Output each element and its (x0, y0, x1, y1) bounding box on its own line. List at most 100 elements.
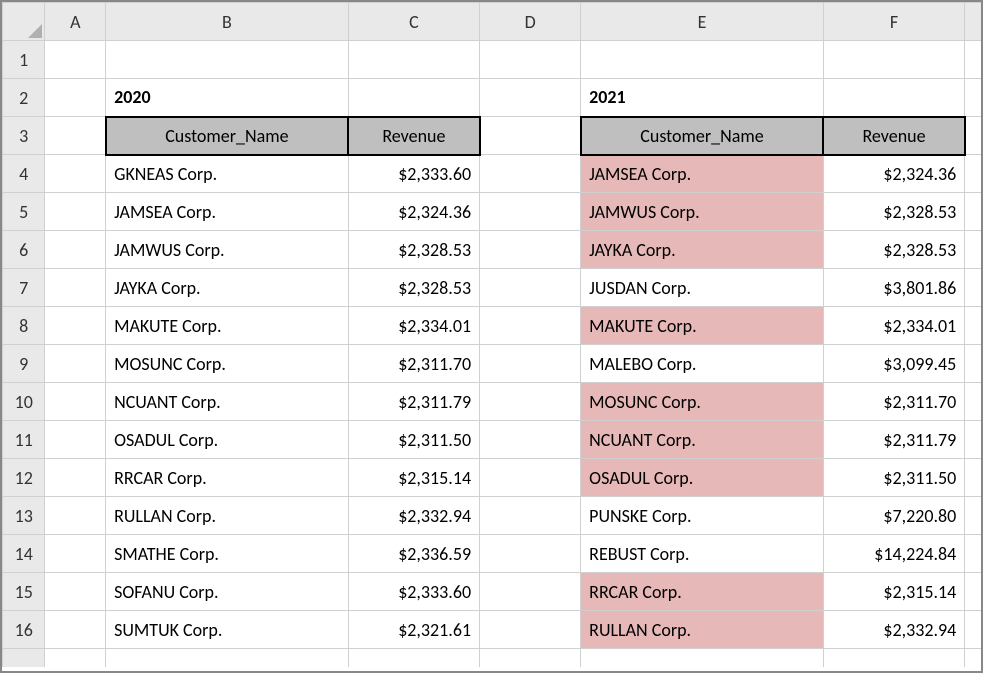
cell[interactable]: MOSUNC Corp. (106, 345, 349, 383)
cell[interactable] (480, 459, 581, 497)
cell[interactable] (965, 535, 981, 573)
cell[interactable] (45, 383, 106, 421)
cell[interactable]: MAKUTE Corp. (106, 307, 349, 345)
cell[interactable]: $2,311.79 (348, 383, 479, 421)
cell[interactable]: 2020 (106, 79, 349, 117)
cell[interactable] (965, 231, 981, 269)
cell[interactable]: NCUANT Corp. (581, 421, 824, 459)
row-header[interactable] (3, 649, 45, 667)
col-header-B[interactable]: B (106, 3, 349, 41)
cell[interactable] (965, 269, 981, 307)
cell[interactable] (480, 611, 581, 649)
cell[interactable]: JAYKA Corp. (106, 269, 349, 307)
cell[interactable]: $3,801.86 (823, 269, 965, 307)
cell[interactable]: $2,333.60 (348, 155, 479, 193)
cell[interactable]: $2,328.53 (348, 231, 479, 269)
cell[interactable] (823, 79, 965, 117)
cell[interactable] (965, 345, 981, 383)
cell[interactable] (581, 649, 824, 667)
cell[interactable] (965, 117, 981, 155)
cell[interactable] (823, 41, 965, 79)
cell[interactable] (965, 649, 981, 667)
cell[interactable] (965, 307, 981, 345)
cell[interactable]: RRCAR Corp. (106, 459, 349, 497)
cell[interactable]: Revenue (823, 117, 965, 155)
cell[interactable]: JAMWUS Corp. (106, 231, 349, 269)
spreadsheet-grid[interactable]: A B C D E F 12202020213Customer_NameReve… (0, 0, 983, 673)
cell[interactable] (45, 573, 106, 611)
cell[interactable] (348, 41, 479, 79)
cell[interactable]: RULLAN Corp. (581, 611, 824, 649)
cell[interactable] (45, 459, 106, 497)
cell[interactable]: $2,334.01 (348, 307, 479, 345)
cell[interactable] (581, 41, 824, 79)
cell[interactable] (480, 231, 581, 269)
row-header[interactable]: 13 (3, 497, 45, 535)
row-header[interactable]: 11 (3, 421, 45, 459)
cell[interactable]: OSADUL Corp. (106, 421, 349, 459)
cell[interactable]: REBUST Corp. (581, 535, 824, 573)
row-header[interactable]: 9 (3, 345, 45, 383)
row-header[interactable]: 2 (3, 79, 45, 117)
cell[interactable] (45, 269, 106, 307)
cell[interactable]: SMATHE Corp. (106, 535, 349, 573)
row-header[interactable]: 16 (3, 611, 45, 649)
select-all-corner[interactable] (3, 3, 45, 41)
row-header[interactable]: 5 (3, 193, 45, 231)
cell[interactable]: JAYKA Corp. (581, 231, 824, 269)
cell[interactable] (965, 459, 981, 497)
cell[interactable]: NCUANT Corp. (106, 383, 349, 421)
cell[interactable] (480, 193, 581, 231)
cell[interactable] (480, 421, 581, 459)
cell[interactable] (480, 307, 581, 345)
cell[interactable]: JAMWUS Corp. (581, 193, 824, 231)
row-header[interactable]: 3 (3, 117, 45, 155)
cell[interactable]: MAKUTE Corp. (581, 307, 824, 345)
cell[interactable] (480, 497, 581, 535)
cell[interactable] (45, 155, 106, 193)
cell[interactable] (480, 535, 581, 573)
cell[interactable]: $2,328.53 (823, 231, 965, 269)
row-header[interactable]: 15 (3, 573, 45, 611)
cell[interactable]: $14,224.84 (823, 535, 965, 573)
cell[interactable]: $2,336.59 (348, 535, 479, 573)
cell[interactable]: $2,315.14 (823, 573, 965, 611)
cell[interactable]: $3,099.45 (823, 345, 965, 383)
cell[interactable]: PUNSKE Corp. (581, 497, 824, 535)
cell[interactable]: RULLAN Corp. (106, 497, 349, 535)
cell[interactable]: JAMSEA Corp. (581, 155, 824, 193)
cell[interactable] (348, 649, 479, 667)
cell[interactable]: $2,311.50 (823, 459, 965, 497)
cell[interactable]: $2,321.61 (348, 611, 479, 649)
row-header[interactable]: 10 (3, 383, 45, 421)
cell[interactable]: MOSUNC Corp. (581, 383, 824, 421)
cell[interactable]: $2,324.36 (823, 155, 965, 193)
cell[interactable]: $2,311.70 (348, 345, 479, 383)
col-header-D[interactable]: D (480, 3, 581, 41)
cell[interactable] (45, 345, 106, 383)
cell[interactable]: Customer_Name (581, 117, 824, 155)
row-header[interactable]: 7 (3, 269, 45, 307)
row-header[interactable]: 14 (3, 535, 45, 573)
col-header-extra[interactable] (965, 3, 981, 41)
cell[interactable] (348, 79, 479, 117)
cell[interactable] (45, 421, 106, 459)
cell[interactable] (45, 79, 106, 117)
cell[interactable]: SUMTUK Corp. (106, 611, 349, 649)
cell[interactable]: $2,328.53 (823, 193, 965, 231)
cell[interactable] (45, 497, 106, 535)
cell[interactable] (45, 41, 106, 79)
cell[interactable] (45, 117, 106, 155)
row-header[interactable]: 4 (3, 155, 45, 193)
cell[interactable] (480, 649, 581, 667)
cell[interactable] (965, 155, 981, 193)
cell[interactable] (965, 573, 981, 611)
cell[interactable] (823, 649, 965, 667)
cell[interactable]: Customer_Name (106, 117, 349, 155)
cell[interactable] (480, 117, 581, 155)
cell[interactable] (480, 573, 581, 611)
row-header[interactable]: 8 (3, 307, 45, 345)
cell[interactable]: GKNEAS Corp. (106, 155, 349, 193)
cell[interactable]: $2,328.53 (348, 269, 479, 307)
cell[interactable] (45, 193, 106, 231)
